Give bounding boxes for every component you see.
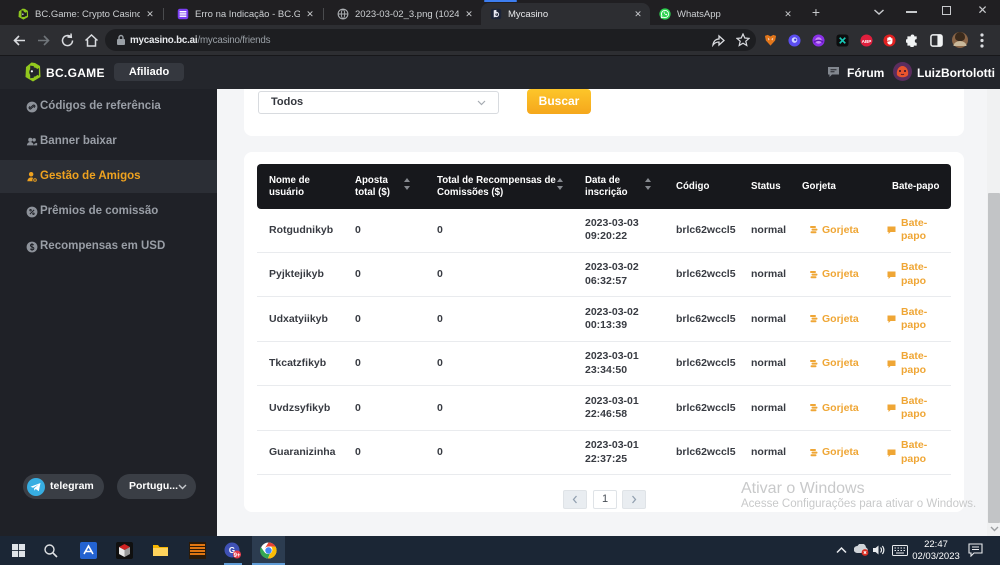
svg-text:9+: 9+ (234, 553, 241, 559)
svg-text:ABP: ABP (862, 39, 872, 44)
